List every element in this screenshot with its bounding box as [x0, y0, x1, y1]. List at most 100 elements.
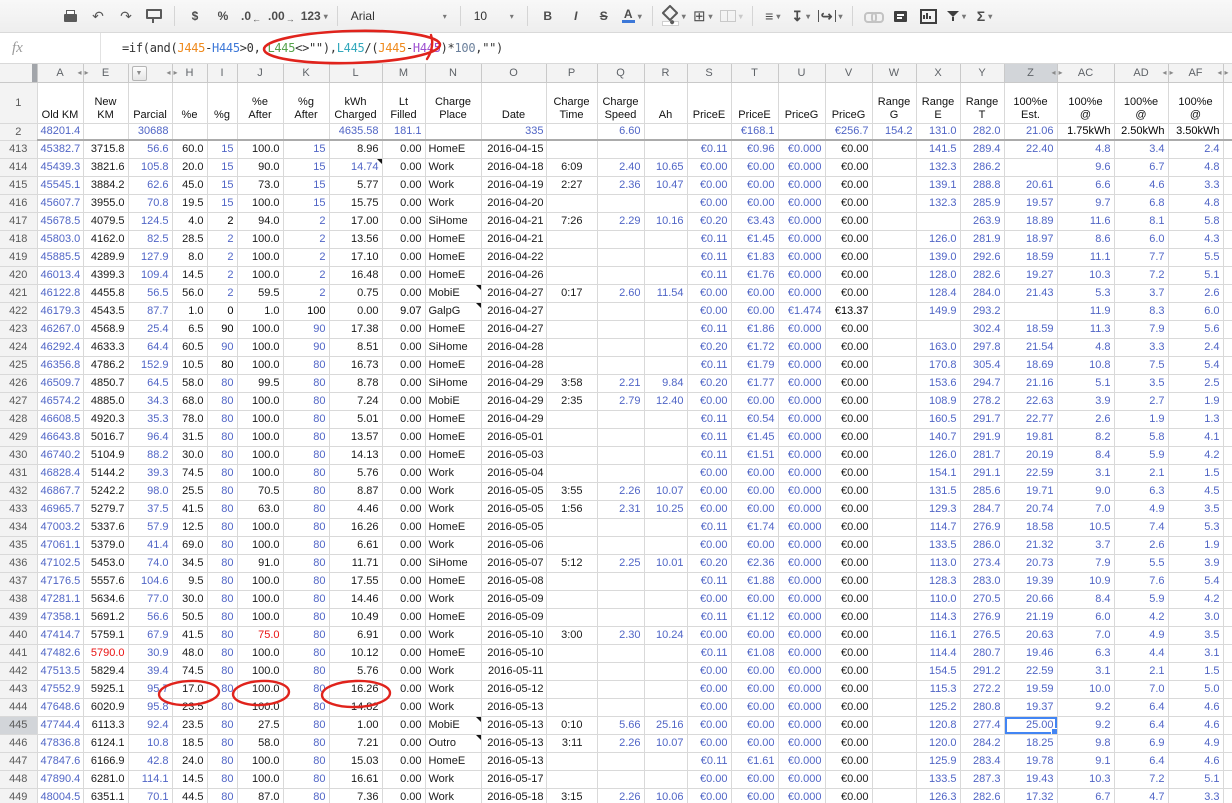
cell-M418[interactable]: 0.00 [382, 231, 425, 249]
cell-O421[interactable]: 2016-04-27 [481, 285, 546, 303]
cell-O418[interactable]: 2016-04-21 [481, 231, 546, 249]
cell-S413[interactable]: €0.11 [687, 140, 731, 159]
cell-W434[interactable] [872, 519, 916, 537]
cell-Z419[interactable]: 18.59 [1004, 249, 1057, 267]
cell-S449[interactable]: €0.00 [687, 789, 731, 803]
cell-W423[interactable] [872, 321, 916, 339]
row-header-420[interactable]: 420 [0, 267, 37, 285]
cell-W424[interactable] [872, 339, 916, 357]
cell-W418[interactable] [872, 231, 916, 249]
cell-AF418[interactable]: 4.3 [1168, 231, 1223, 249]
cell-R430[interactable] [644, 447, 687, 465]
cell-A429[interactable]: 46643.8 [37, 429, 83, 447]
column-header-X[interactable]: X [916, 64, 960, 82]
cell-O437[interactable]: 2016-05-08 [481, 573, 546, 591]
cell-A446[interactable]: 47836.8 [37, 735, 83, 753]
cell-G424[interactable]: 64.4 [128, 339, 172, 357]
column-header-H[interactable]: H▸ [172, 64, 207, 82]
cell-U424[interactable]: €0.000 [778, 339, 825, 357]
cell-T430[interactable]: €1.51 [731, 447, 778, 465]
cell-M1[interactable]: Lt Filled [382, 82, 425, 123]
cell-V418[interactable]: €0.00 [825, 231, 872, 249]
cell-Y433[interactable]: 284.7 [960, 501, 1004, 519]
cell-E448[interactable]: 6281.0 [83, 771, 128, 789]
cell-M426[interactable]: 0.00 [382, 375, 425, 393]
cell-AF423[interactable]: 5.6 [1168, 321, 1223, 339]
cell-W436[interactable] [872, 555, 916, 573]
cell-J420[interactable]: 100.0 [237, 267, 283, 285]
cell-E1[interactable]: New KM [83, 82, 128, 123]
cell-O438[interactable]: 2016-05-09 [481, 591, 546, 609]
cell-L417[interactable]: 17.00 [329, 213, 382, 231]
row-header-444[interactable]: 444 [0, 699, 37, 717]
cell-V438[interactable]: €0.00 [825, 591, 872, 609]
cell-Y427[interactable]: 278.2 [960, 393, 1004, 411]
cell-Y444[interactable]: 280.8 [960, 699, 1004, 717]
cell-W444[interactable] [872, 699, 916, 717]
cell-U442[interactable]: €0.000 [778, 663, 825, 681]
cell-J445[interactable]: 27.5 [237, 717, 283, 735]
cell-A416[interactable]: 45607.7 [37, 195, 83, 213]
cell-Q431[interactable] [597, 465, 644, 483]
cell-I445[interactable]: 80 [207, 717, 237, 735]
cell-Q447[interactable] [597, 753, 644, 771]
cell-U441[interactable]: €0.000 [778, 645, 825, 663]
cell-L442[interactable]: 5.76 [329, 663, 382, 681]
cell-O431[interactable]: 2016-05-04 [481, 465, 546, 483]
cell-K436[interactable]: 80 [283, 555, 329, 573]
cell-T440[interactable]: €0.00 [731, 627, 778, 645]
row-header-431[interactable]: 431 [0, 465, 37, 483]
cell-AD446[interactable]: 6.9 [1114, 735, 1168, 753]
cell-M448[interactable]: 0.00 [382, 771, 425, 789]
cell-K413[interactable]: 15 [283, 140, 329, 159]
row-header-440[interactable]: 440 [0, 627, 37, 645]
cell-N448[interactable]: Work [425, 771, 481, 789]
cell-O442[interactable]: 2016-05-11 [481, 663, 546, 681]
cell-Y424[interactable]: 297.8 [960, 339, 1004, 357]
cell-S439[interactable]: €0.11 [687, 609, 731, 627]
cell-W435[interactable] [872, 537, 916, 555]
cell-O430[interactable]: 2016-05-03 [481, 447, 546, 465]
cell-S1[interactable]: PriceE [687, 82, 731, 123]
cell-Z435[interactable]: 21.32 [1004, 537, 1057, 555]
cell-O435[interactable]: 2016-05-06 [481, 537, 546, 555]
cell-K449[interactable]: 80 [283, 789, 329, 803]
cell-J424[interactable]: 100.0 [237, 339, 283, 357]
cell-Z437[interactable]: 19.39 [1004, 573, 1057, 591]
cell-H420[interactable]: 14.5 [172, 267, 207, 285]
insert-chart-button[interactable] [918, 4, 940, 28]
cell-V434[interactable]: €0.00 [825, 519, 872, 537]
row-header-441[interactable]: 441 [0, 645, 37, 663]
cell-P1[interactable]: Charge Time [546, 82, 597, 123]
cell-Q426[interactable]: 2.21 [597, 375, 644, 393]
cell-U421[interactable]: €0.000 [778, 285, 825, 303]
cell-V427[interactable]: €0.00 [825, 393, 872, 411]
cell-O424[interactable]: 2016-04-28 [481, 339, 546, 357]
cell-X425[interactable]: 170.8 [916, 357, 960, 375]
cell-AC417[interactable]: 11.6 [1057, 213, 1114, 231]
cell-N427[interactable]: MobiE [425, 393, 481, 411]
select-all-corner[interactable] [0, 64, 37, 82]
cell-R445[interactable]: 25.16 [644, 717, 687, 735]
cell-O413[interactable]: 2016-04-15 [481, 140, 546, 159]
cell-A424[interactable]: 46292.4 [37, 339, 83, 357]
cell-AC432[interactable]: 9.0 [1057, 483, 1114, 501]
cell-W448[interactable] [872, 771, 916, 789]
cell-Q413[interactable] [597, 140, 644, 159]
cell-L415[interactable]: 5.77 [329, 177, 382, 195]
cell-AD437[interactable]: 7.6 [1114, 573, 1168, 591]
cell-N442[interactable]: Work [425, 663, 481, 681]
cell-M425[interactable]: 0.00 [382, 357, 425, 375]
cell-H434[interactable]: 12.5 [172, 519, 207, 537]
cell-G426[interactable]: 64.5 [128, 375, 172, 393]
cell-Z427[interactable]: 22.63 [1004, 393, 1057, 411]
cell-V432[interactable]: €0.00 [825, 483, 872, 501]
cell-J430[interactable]: 100.0 [237, 447, 283, 465]
cell-K447[interactable]: 80 [283, 753, 329, 771]
cell-R441[interactable] [644, 645, 687, 663]
cell-J1[interactable]: %e After [237, 82, 283, 123]
cell-S444[interactable]: €0.00 [687, 699, 731, 717]
cell-G415[interactable]: 62.6 [128, 177, 172, 195]
cell-X418[interactable]: 126.0 [916, 231, 960, 249]
cell-AD449[interactable]: 4.7 [1114, 789, 1168, 803]
